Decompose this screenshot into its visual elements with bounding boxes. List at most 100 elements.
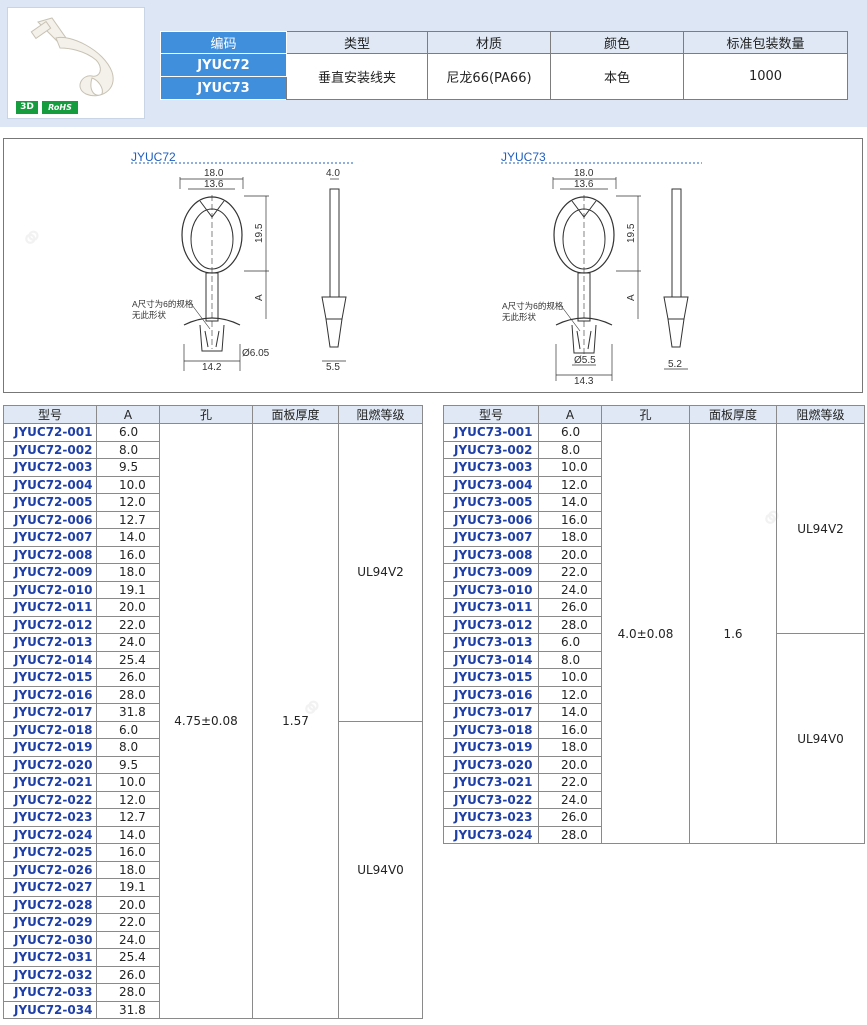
a-value-cell: 12.0 (96, 493, 160, 512)
model-cell: JYUC72-015 (3, 668, 97, 687)
a-value-cell: 22.0 (538, 773, 602, 792)
a-value-cell: 8.0 (96, 440, 160, 459)
model-cell: JYUC72-012 (3, 615, 97, 634)
table-row: JYUC72-001 6.0 4.75±0.08 1.57 UL94V2 (3, 423, 423, 1019)
note-right-2: 无此形状 (502, 312, 537, 322)
a-value-cell: 10.0 (538, 458, 602, 477)
dim-height-left: 19.5 (254, 223, 265, 243)
col-header-thickness: 面板厚度 (689, 405, 777, 424)
spec-header-code: 编码 (160, 31, 287, 54)
model-cell: JYUC73-012 (443, 615, 539, 634)
a-value-cell: 20.0 (96, 895, 160, 914)
model-cell: JYUC72-020 (3, 755, 97, 774)
model-cell: JYUC73-001 (443, 423, 539, 442)
dim-side-left: 4.0 (326, 168, 340, 179)
spec-code-jyuc73: JYUC73 (160, 76, 287, 100)
model-cell: JYUC72-004 (3, 475, 97, 494)
model-cell: JYUC72-034 (3, 1000, 97, 1019)
thickness-cell: 1.57 (252, 423, 339, 1019)
dim-height-right: 19.5 (626, 223, 637, 243)
model-cell: JYUC72-029 (3, 913, 97, 932)
dim-outer-left: 18.0 (204, 168, 224, 179)
dim-inner-left: 13.6 (204, 179, 224, 190)
model-cell: JYUC72-021 (3, 773, 97, 792)
a-value-cell: 16.0 (96, 843, 160, 862)
col-header-model: 型号 (443, 405, 539, 424)
spec-header-color: 颜色 (550, 31, 684, 54)
grade-v0-cell: UL94V0 (338, 720, 423, 1019)
col-header-grade: 阻燃等级 (776, 405, 865, 424)
a-value-cell: 8.0 (538, 650, 602, 669)
a-value-cell: 9.5 (96, 458, 160, 477)
a-value-cell: 19.1 (96, 580, 160, 599)
spec-color: 本色 (550, 53, 684, 100)
table-jyuc72: 型号 A 孔 面板厚度 阻燃等级 JYUC72-001 6.0 4.75±0.08 1… (3, 405, 423, 1019)
hole-cell: 4.75±0.08 (159, 423, 253, 1019)
a-value-cell: 28.0 (96, 685, 160, 704)
a-value-cell: 12.0 (538, 475, 602, 494)
model-cell: JYUC73-018 (443, 720, 539, 739)
a-value-cell: 18.0 (96, 563, 160, 582)
model-cell: JYUC73-024 (443, 825, 539, 844)
a-value-cell: 19.1 (96, 878, 160, 897)
col-header-a: A (96, 405, 160, 424)
a-value-cell: 18.0 (96, 860, 160, 879)
model-cell: JYUC73-003 (443, 458, 539, 477)
model-cell: JYUC72-019 (3, 738, 97, 757)
model-cell: JYUC72-017 (3, 703, 97, 722)
model-cell: JYUC73-002 (443, 440, 539, 459)
a-value-cell: 16.0 (538, 720, 602, 739)
dim-hole-left: Ø6.05 (242, 348, 270, 359)
model-cell: JYUC73-006 (443, 510, 539, 529)
a-value-cell: 24.0 (538, 790, 602, 809)
note-left-2: 无此形状 (132, 310, 167, 320)
a-value-cell: 6.0 (538, 423, 602, 442)
dim-side-base-left: 5.5 (326, 362, 340, 373)
a-value-cell: 25.4 (96, 948, 160, 967)
a-value-cell: 12.7 (96, 510, 160, 529)
model-cell: JYUC72-030 (3, 930, 97, 949)
spec-header-type: 类型 (286, 31, 428, 54)
a-value-cell: 6.0 (538, 633, 602, 652)
grade-v2-cell: UL94V2 (776, 423, 865, 634)
a-value-cell: 6.0 (96, 423, 160, 442)
dim-side-base-right: 5.2 (668, 359, 682, 370)
model-cell: JYUC72-009 (3, 563, 97, 582)
model-cell: JYUC72-013 (3, 633, 97, 652)
model-cell: JYUC72-033 (3, 983, 97, 1002)
dim-a-left: A (254, 294, 265, 301)
a-value-cell: 26.0 (538, 598, 602, 617)
model-cell: JYUC73-023 (443, 808, 539, 827)
model-cell: JYUC72-024 (3, 825, 97, 844)
a-value-cell: 26.0 (96, 668, 160, 687)
dim-base-left: 14.2 (202, 362, 222, 373)
model-cell: JYUC73-013 (443, 633, 539, 652)
model-cell: JYUC73-014 (443, 650, 539, 669)
a-value-cell: 24.0 (96, 633, 160, 652)
model-cell: JYUC72-026 (3, 860, 97, 879)
model-cell: JYUC73-009 (443, 563, 539, 582)
model-cell: JYUC72-022 (3, 790, 97, 809)
model-cell: JYUC72-014 (3, 650, 97, 669)
col-header-a: A (538, 405, 602, 424)
drawing-panel: JYUC72 18.0 13.6 19.5 A Ø6.05 14.2 A尺寸为6… (3, 138, 863, 393)
model-cell: JYUC73-011 (443, 598, 539, 617)
a-value-cell: 20.0 (96, 598, 160, 617)
a-value-cell: 20.0 (538, 545, 602, 564)
a-value-cell: 31.8 (96, 703, 160, 722)
dim-outer-right: 18.0 (574, 168, 594, 179)
model-cell: JYUC72-011 (3, 598, 97, 617)
a-value-cell: 14.0 (96, 825, 160, 844)
col-header-thickness: 面板厚度 (252, 405, 339, 424)
table-jyuc73: 型号 A 孔 面板厚度 阻燃等级 JYUC73-001 6.0 4.0±0.08 1.… (443, 405, 865, 844)
model-cell: JYUC72-006 (3, 510, 97, 529)
a-value-cell: 20.0 (538, 755, 602, 774)
a-value-cell: 12.0 (96, 790, 160, 809)
col-header-hole: 孔 (159, 405, 253, 424)
model-cell: JYUC72-007 (3, 528, 97, 547)
model-cell: JYUC72-005 (3, 493, 97, 512)
model-cell: JYUC73-022 (443, 790, 539, 809)
col-header-model: 型号 (3, 405, 97, 424)
badge-rohs: RoHS (42, 101, 78, 114)
note-right-1: A尺寸为6的规格 (502, 301, 564, 311)
